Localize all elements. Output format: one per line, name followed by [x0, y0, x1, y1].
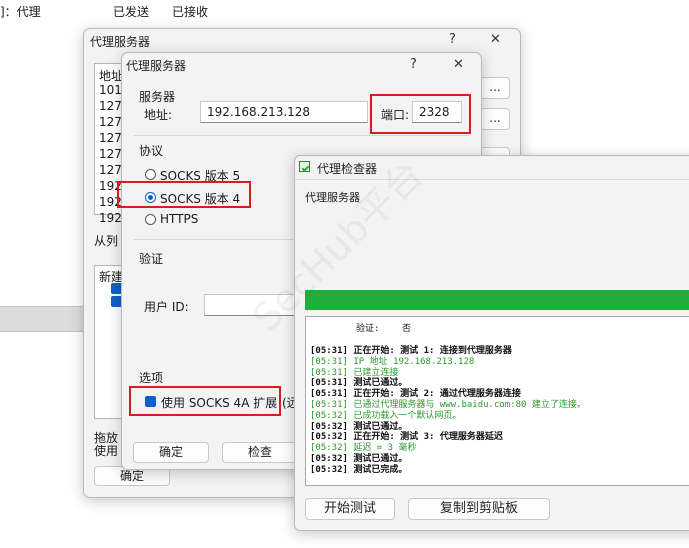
- proxy-checker-dialog: 代理检查器 代理服务器 SecHub平台 验证: 否 [05:31] 正在开始:…: [244, 152, 689, 531]
- outer-ellipsis-button[interactable]: ...: [480, 77, 510, 99]
- server-ok-button[interactable]: 确定: [133, 442, 209, 463]
- address-input[interactable]: 192.168.213.128: [200, 101, 368, 123]
- server-help-button[interactable]: ?: [410, 57, 417, 72]
- progress-fill: [305, 290, 689, 310]
- radio-socks5[interactable]: [145, 169, 156, 180]
- outer-help-button[interactable]: ?: [449, 32, 456, 47]
- server-group-label: 服务器: [139, 90, 176, 104]
- outer-dialog-title: 代理服务器: [90, 35, 151, 49]
- port-highlight-box: [370, 94, 471, 134]
- from-list-label: 从列: [94, 234, 119, 248]
- socks4-highlight-box: [117, 181, 251, 208]
- auth-row-label: 验证:: [356, 324, 380, 334]
- start-test-button[interactable]: 开始测试: [305, 498, 395, 520]
- drag-hint-line2: 使用: [94, 444, 119, 458]
- checker-title-separator: [295, 179, 689, 180]
- server-close-button[interactable]: ✕: [453, 57, 464, 72]
- list-header-address: 地址: [99, 69, 124, 83]
- auth-group-label: 验证: [139, 252, 164, 266]
- outer-close-button[interactable]: ✕: [490, 32, 501, 47]
- server-group-divider: [134, 135, 470, 136]
- address-label: 地址:: [144, 108, 173, 122]
- user-id-label: 用户 ID:: [144, 300, 189, 314]
- outer-ellipsis-button[interactable]: ...: [480, 108, 510, 130]
- bg-divider: [0, 306, 90, 332]
- socks4a-highlight-box: [129, 386, 281, 416]
- auth-row-value: 否: [402, 324, 412, 334]
- bg-header: ]：代理 已发送 已接收: [0, 0, 250, 20]
- checker-app-icon: [299, 161, 310, 172]
- server-dialog-title: 代理服务器: [126, 59, 187, 73]
- log-line: [05:32] 测试已完成。: [310, 464, 408, 475]
- radio-https[interactable]: [145, 214, 156, 225]
- bg-col-1: ]：代理: [0, 5, 41, 19]
- bg-col-3: 已接收: [172, 5, 209, 19]
- progress-track: [305, 290, 689, 310]
- radio-https-label: HTTPS: [160, 212, 199, 226]
- copy-to-clipboard-button[interactable]: 复制到剪贴板: [408, 498, 550, 520]
- options-group-label: 选项: [139, 371, 164, 385]
- protocol-group-label: 协议: [139, 144, 164, 158]
- server-check-button[interactable]: 检查: [222, 442, 298, 463]
- bg-col-2: 已发送: [113, 5, 150, 19]
- checker-log-panel[interactable]: 验证: 否 [05:31] 正在开始: 测试 1: 连接到代理服务器 [05:31…: [305, 316, 689, 486]
